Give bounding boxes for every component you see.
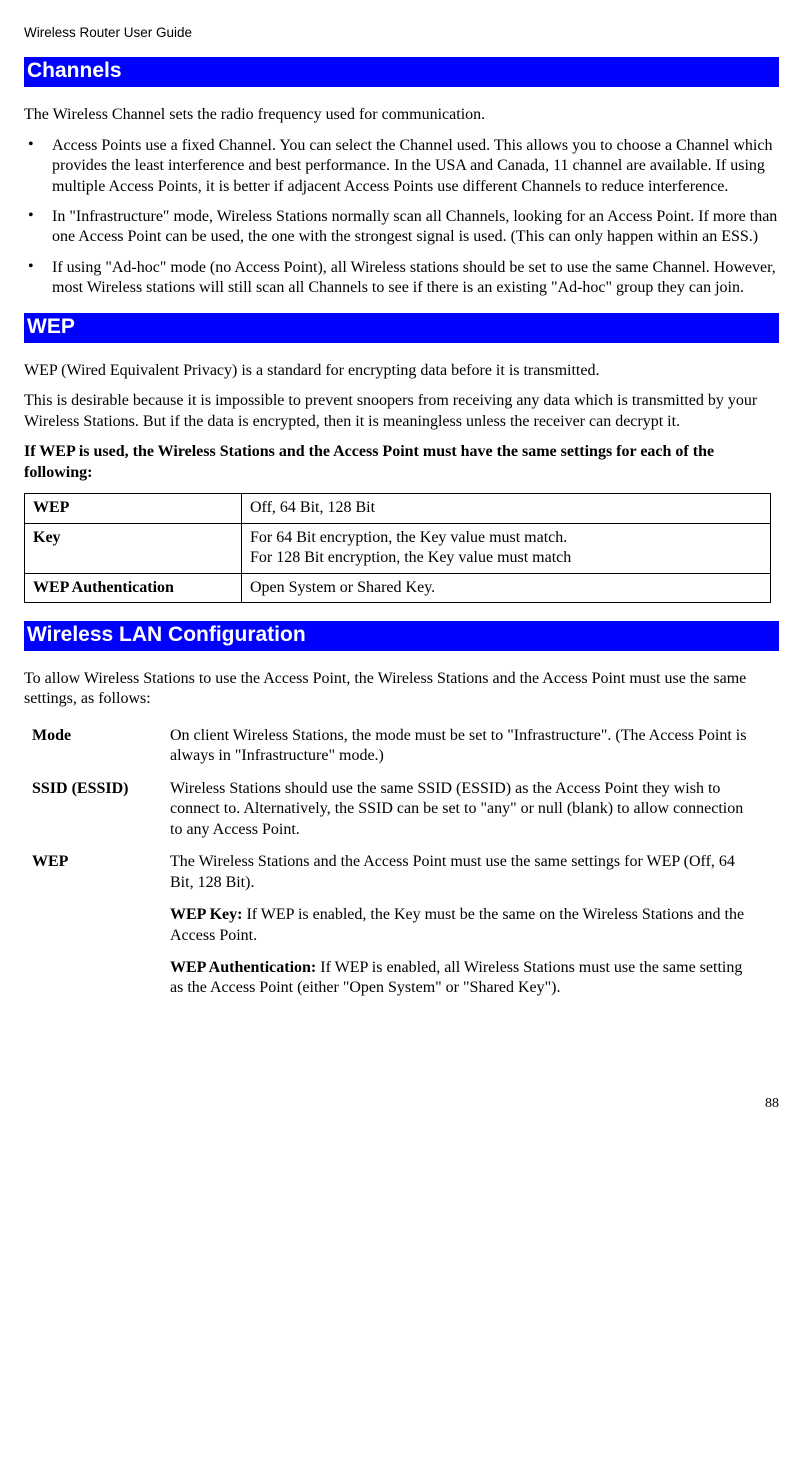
wep-row-header: WEP bbox=[25, 494, 242, 523]
channels-bullet: In "Infrastructure" mode, Wireless Stati… bbox=[24, 207, 779, 248]
def-text: WEP Key: If WEP is enabled, the Key must… bbox=[170, 905, 758, 946]
section-heading-channels: Channels bbox=[24, 57, 779, 87]
def-text: The Wireless Stations and the Access Poi… bbox=[170, 852, 758, 893]
def-text: Wireless Stations should use the same SS… bbox=[170, 779, 758, 840]
wep-row-value: For 64 Bit encryption, the Key value mus… bbox=[242, 523, 771, 573]
def-text-span: If WEP is enabled, the Key must be the s… bbox=[170, 906, 744, 943]
wep-paragraph: WEP (Wired Equivalent Privacy) is a stan… bbox=[24, 361, 779, 381]
table-row: SSID (ESSID) Wireless Stations should us… bbox=[32, 773, 764, 846]
table-row: WEP The Wireless Stations and the Access… bbox=[32, 846, 764, 1005]
def-value-mode: On client Wireless Stations, the mode mu… bbox=[170, 720, 764, 773]
channels-bullet: Access Points use a fixed Channel. You c… bbox=[24, 136, 779, 197]
def-term-wep: WEP bbox=[32, 846, 170, 1005]
page-number: 88 bbox=[24, 1095, 779, 1113]
table-row: WEP Off, 64 Bit, 128 Bit bbox=[25, 494, 771, 523]
def-text: WEP Authentication: If WEP is enabled, a… bbox=[170, 958, 758, 999]
def-term-mode: Mode bbox=[32, 720, 170, 773]
wep-key-line: For 64 Bit encryption, the Key value mus… bbox=[250, 529, 567, 546]
section-heading-wep: WEP bbox=[24, 313, 779, 343]
wep-row-value: Open System or Shared Key. bbox=[242, 573, 771, 602]
table-row: Key For 64 Bit encryption, the Key value… bbox=[25, 523, 771, 573]
wep-paragraph-bold: If WEP is used, the Wireless Stations an… bbox=[24, 442, 779, 483]
def-term-ssid: SSID (ESSID) bbox=[32, 773, 170, 846]
wep-paragraph: This is desirable because it is impossib… bbox=[24, 391, 779, 432]
wep-row-header: Key bbox=[25, 523, 242, 573]
def-value-ssid: Wireless Stations should use the same SS… bbox=[170, 773, 764, 846]
section-heading-wlan: Wireless LAN Configuration bbox=[24, 621, 779, 651]
wep-key-line: For 128 Bit encryption, the Key value mu… bbox=[250, 549, 571, 566]
channels-bullet: If using "Ad-hoc" mode (no Access Point)… bbox=[24, 258, 779, 299]
def-text-bold: WEP Authentication: bbox=[170, 959, 320, 976]
wep-row-header: WEP Authentication bbox=[25, 573, 242, 602]
wlan-intro: To allow Wireless Stations to use the Ac… bbox=[24, 669, 779, 710]
table-row: Mode On client Wireless Stations, the mo… bbox=[32, 720, 764, 773]
channels-intro: The Wireless Channel sets the radio freq… bbox=[24, 105, 779, 125]
def-text: On client Wireless Stations, the mode mu… bbox=[170, 726, 758, 767]
def-text-bold: WEP Key: bbox=[170, 906, 246, 923]
table-row: WEP Authentication Open System or Shared… bbox=[25, 573, 771, 602]
wep-row-value: Off, 64 Bit, 128 Bit bbox=[242, 494, 771, 523]
channels-bullet-list: Access Points use a fixed Channel. You c… bbox=[24, 136, 779, 299]
wep-settings-table: WEP Off, 64 Bit, 128 Bit Key For 64 Bit … bbox=[24, 493, 771, 603]
document-title: Wireless Router User Guide bbox=[24, 24, 779, 41]
def-value-wep: The Wireless Stations and the Access Poi… bbox=[170, 846, 764, 1005]
wlan-definitions-table: Mode On client Wireless Stations, the mo… bbox=[32, 720, 764, 1005]
